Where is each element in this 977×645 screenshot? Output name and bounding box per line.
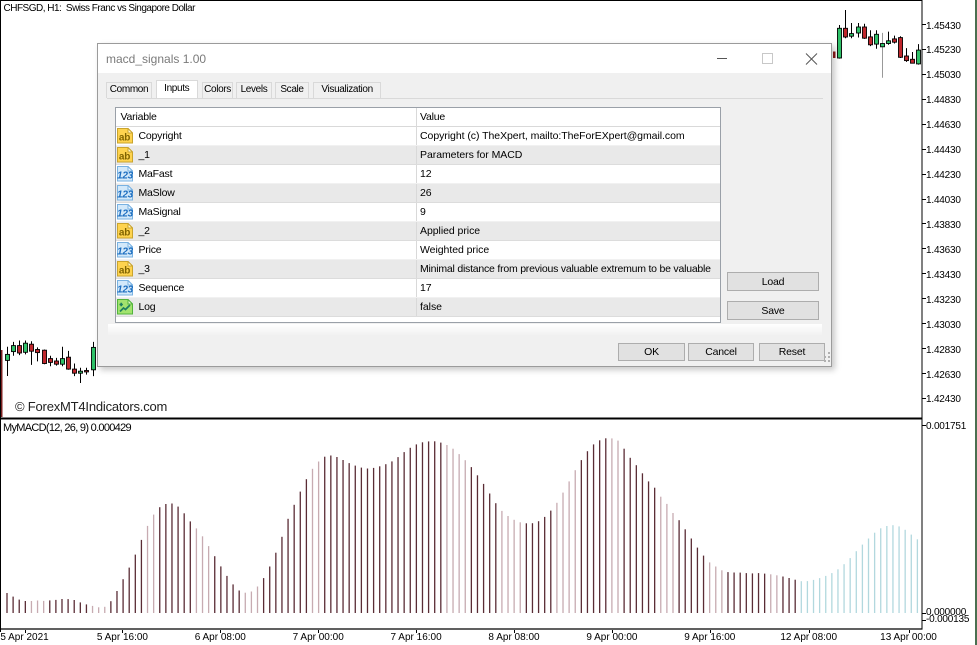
svg-text:ab: ab [119,266,130,277]
svg-text:123: 123 [117,171,133,182]
svg-text:ab: ab [119,228,130,239]
svg-text:ab: ab [119,133,130,144]
svg-text:123: 123 [117,285,133,296]
svg-text:123: 123 [117,190,133,201]
svg-text:123: 123 [117,247,133,258]
svg-text:123: 123 [117,209,133,220]
svg-text:ab: ab [119,152,130,163]
